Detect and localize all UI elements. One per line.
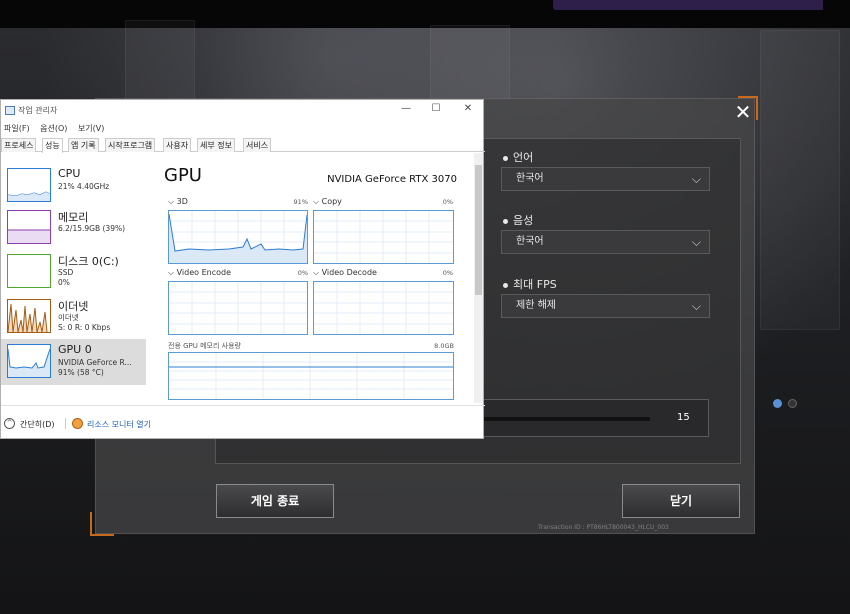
language-select[interactable]: 한국어 ⌵ [501, 167, 710, 191]
slider-value: 15 [677, 412, 690, 423]
sidebar-item-memory[interactable]: 메모리 6.2/15.9GB (39%) [1, 205, 146, 251]
sidebar-item-sub: 이더넷 S: 0 R: 0 Kbps [58, 313, 111, 332]
close-button[interactable]: 닫기 [622, 484, 740, 518]
sidebar-item-sub: 6.2/15.9GB (39%) [58, 224, 126, 233]
chevron-down-icon: ⌵ [691, 172, 701, 186]
cpu-mini-graph [7, 168, 51, 202]
chevron-down-icon: ⌵ [691, 299, 701, 313]
tab-performance[interactable]: 성능 [42, 138, 63, 153]
window-title: 작업 관리자 [18, 106, 58, 115]
max-fps-label: 최대 FPS [503, 276, 557, 292]
memory-mini-graph [7, 210, 51, 244]
engine-video-encode-pct: 0% [297, 269, 308, 277]
disk-mini-graph [7, 254, 51, 288]
resource-monitor-link[interactable]: 리소스 모니터 열기 [87, 419, 151, 430]
dedicated-memory-graph [168, 352, 454, 400]
tab-processes[interactable]: 프로세스 [1, 138, 37, 152]
title-bar[interactable]: 작업 관리자 — ☐ ✕ [1, 100, 485, 122]
maximize-button[interactable]: ☐ [421, 103, 451, 114]
menu-options[interactable]: 옵션(O) [40, 124, 67, 133]
engine-video-encode-graph [168, 281, 308, 335]
tab-users[interactable]: 사용자 [163, 138, 192, 152]
sidebar-item-sub: 21% 4.40GHz [58, 182, 110, 191]
max-fps-select[interactable]: 제한 해제 ⌵ [501, 294, 710, 318]
volume-slider[interactable]: 15 [481, 399, 709, 437]
language-label: 언어 [503, 149, 533, 165]
sidebar-item-title: CPU [58, 167, 81, 180]
slider-track[interactable] [482, 417, 650, 421]
sidebar-item-title: 디스크 0(C:) [58, 255, 119, 268]
ethernet-mini-graph [7, 299, 51, 333]
gpu-mini-graph [7, 344, 51, 378]
chevron-up-icon[interactable]: ^ [4, 418, 15, 429]
sidebar-item-disk[interactable]: 디스크 0(C:) SSD 0% [1, 249, 146, 295]
sidebar-item-gpu[interactable]: GPU 0 NVIDIA GeForce R... 91% (58 °C) [1, 339, 146, 385]
divider [65, 418, 66, 429]
tab-bar: 프로세스 성능 앱 기록 시작프로그램 사용자 세부 정보 서비스 [1, 138, 485, 153]
fewer-details-link[interactable]: 간단히(D) [20, 419, 54, 430]
task-manager-icon [5, 106, 15, 115]
scrollbar[interactable] [474, 153, 483, 403]
sidebar-item-title: GPU 0 [58, 343, 92, 356]
engine-video-decode-label[interactable]: ⌵ Video Decode [313, 268, 377, 278]
page-dot[interactable] [788, 399, 797, 408]
tab-app-history[interactable]: 앱 기록 [68, 138, 99, 152]
engine-video-decode-pct: 0% [442, 269, 453, 277]
sidebar-item-ethernet[interactable]: 이더넷 이더넷 S: 0 R: 0 Kbps [1, 294, 146, 340]
engine-copy-label[interactable]: ⌵ Copy [313, 197, 342, 207]
dedicated-memory-label: 전용 GPU 메모리 사용량 [168, 342, 241, 350]
engine-copy-pct: 0% [442, 198, 453, 206]
dedicated-memory-max: 8.0GB [434, 342, 454, 350]
engine-video-decode-graph [313, 281, 454, 335]
voice-select[interactable]: 한국어 ⌵ [501, 230, 710, 254]
engine-3d-pct: 91% [293, 198, 308, 206]
voice-label: 음성 [503, 212, 533, 228]
task-manager-window: 작업 관리자 — ☐ ✕ 파일(F) 옵션(O) 보기(V) 프로세스 성능 앱… [0, 99, 485, 440]
engine-3d-label[interactable]: ⌵ 3D [168, 197, 188, 207]
background-building [760, 30, 840, 330]
engine-copy-graph [313, 210, 454, 264]
sidebar-item-title: 이더넷 [58, 300, 89, 313]
tab-details[interactable]: 세부 정보 [197, 138, 235, 152]
panel-close-icon[interactable]: ✕ [731, 100, 755, 124]
background-building [430, 25, 510, 100]
sidebar-item-title: 메모리 [58, 211, 89, 224]
quit-game-button[interactable]: 게임 종료 [216, 484, 334, 518]
background-building [125, 20, 195, 100]
menu-view[interactable]: 보기(V) [78, 124, 104, 133]
chevron-down-icon: ⌵ [691, 235, 701, 249]
engine-video-encode-label[interactable]: ⌵ Video Encode [168, 268, 231, 278]
menu-file[interactable]: 파일(F) [4, 124, 30, 133]
sidebar-item-sub: SSD 0% [58, 268, 74, 287]
resource-monitor-icon[interactable] [72, 418, 83, 429]
tab-services[interactable]: 서비스 [243, 138, 272, 152]
gpu-detail-pane: GPU NVIDIA GeForce RTX 3070 ⌵ 3D 91% ⌵ C… [147, 153, 473, 403]
gpu-device-name: NVIDIA GeForce RTX 3070 [327, 174, 457, 185]
page-indicator [773, 393, 803, 412]
footer: ^ 간단히(D) 리소스 모니터 열기 [1, 405, 485, 440]
menu-bar: 파일(F) 옵션(O) 보기(V) [4, 123, 112, 134]
close-button[interactable]: ✕ [453, 103, 483, 114]
performance-sidebar: CPU 21% 4.40GHz 메모리 6.2/15.9GB (39%) 디스크… [1, 153, 146, 403]
minimize-button[interactable]: — [391, 103, 421, 114]
transaction-id: Transaction ID : PT86HLT800043_HLCU_003 [538, 524, 669, 531]
engine-3d-graph [168, 210, 308, 264]
sidebar-item-sub: NVIDIA GeForce R... 91% (58 °C) [58, 358, 132, 377]
sidebar-item-cpu[interactable]: CPU 21% 4.40GHz [1, 163, 146, 209]
tab-startup[interactable]: 시작프로그램 [105, 138, 156, 152]
gpu-heading: GPU [164, 165, 202, 186]
top-right-banner [553, 0, 823, 10]
scrollbar-thumb[interactable] [475, 165, 482, 295]
page-dot-active[interactable] [773, 399, 782, 408]
